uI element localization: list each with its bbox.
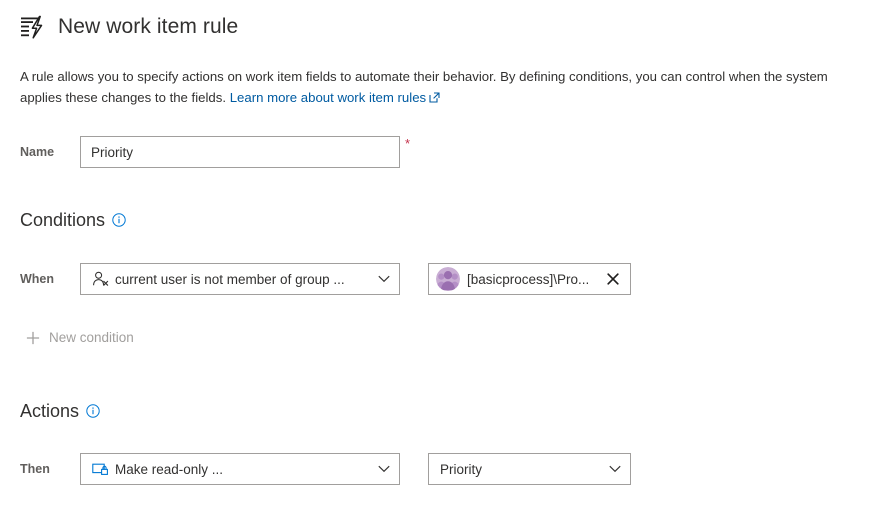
chevron-down-icon bbox=[601, 465, 621, 473]
when-row: When current user is not member of group… bbox=[20, 263, 400, 295]
condition-group-chip[interactable]: [basicprocess]\Pro... bbox=[428, 263, 631, 295]
action-field-dropdown[interactable]: Priority bbox=[428, 453, 631, 485]
conditions-title: Conditions bbox=[20, 209, 105, 231]
close-icon[interactable] bbox=[602, 268, 624, 290]
condition-type-value: current user is not member of group ... bbox=[115, 272, 370, 287]
info-icon[interactable] bbox=[86, 404, 100, 418]
plus-icon bbox=[26, 331, 40, 345]
then-row: Then Make read-only ... bbox=[20, 453, 400, 485]
action-type-value: Make read-only ... bbox=[115, 462, 370, 477]
rule-name-input[interactable] bbox=[80, 136, 400, 168]
user-not-member-icon bbox=[92, 271, 115, 287]
actions-heading: Actions bbox=[20, 400, 100, 422]
required-asterisk: * bbox=[405, 137, 410, 151]
then-label: Then bbox=[20, 461, 80, 477]
condition-group-name: [basicprocess]\Pro... bbox=[467, 272, 598, 287]
when-label: When bbox=[20, 271, 80, 287]
page-header: New work item rule bbox=[20, 14, 238, 40]
action-type-dropdown[interactable]: Make read-only ... bbox=[80, 453, 400, 485]
rule-description: A rule allows you to specify actions on … bbox=[20, 66, 850, 109]
info-icon[interactable] bbox=[112, 213, 126, 227]
chevron-down-icon bbox=[370, 275, 390, 283]
external-link-icon bbox=[429, 88, 440, 109]
page-title: New work item rule bbox=[58, 14, 238, 40]
group-avatar-icon bbox=[436, 267, 460, 291]
learn-more-label: Learn more about work item rules bbox=[230, 90, 426, 105]
new-condition-button[interactable]: New condition bbox=[26, 330, 134, 345]
chevron-down-icon bbox=[370, 465, 390, 473]
new-condition-label: New condition bbox=[49, 330, 134, 345]
actions-title: Actions bbox=[20, 400, 79, 422]
work-item-rule-icon bbox=[20, 14, 46, 40]
name-field-row: Name * bbox=[20, 136, 410, 168]
learn-more-link[interactable]: Learn more about work item rules bbox=[230, 90, 440, 105]
make-read-only-icon bbox=[92, 461, 115, 477]
name-label: Name bbox=[20, 144, 80, 160]
condition-type-dropdown[interactable]: current user is not member of group ... bbox=[80, 263, 400, 295]
conditions-heading: Conditions bbox=[20, 209, 126, 231]
action-field-value: Priority bbox=[440, 462, 601, 477]
